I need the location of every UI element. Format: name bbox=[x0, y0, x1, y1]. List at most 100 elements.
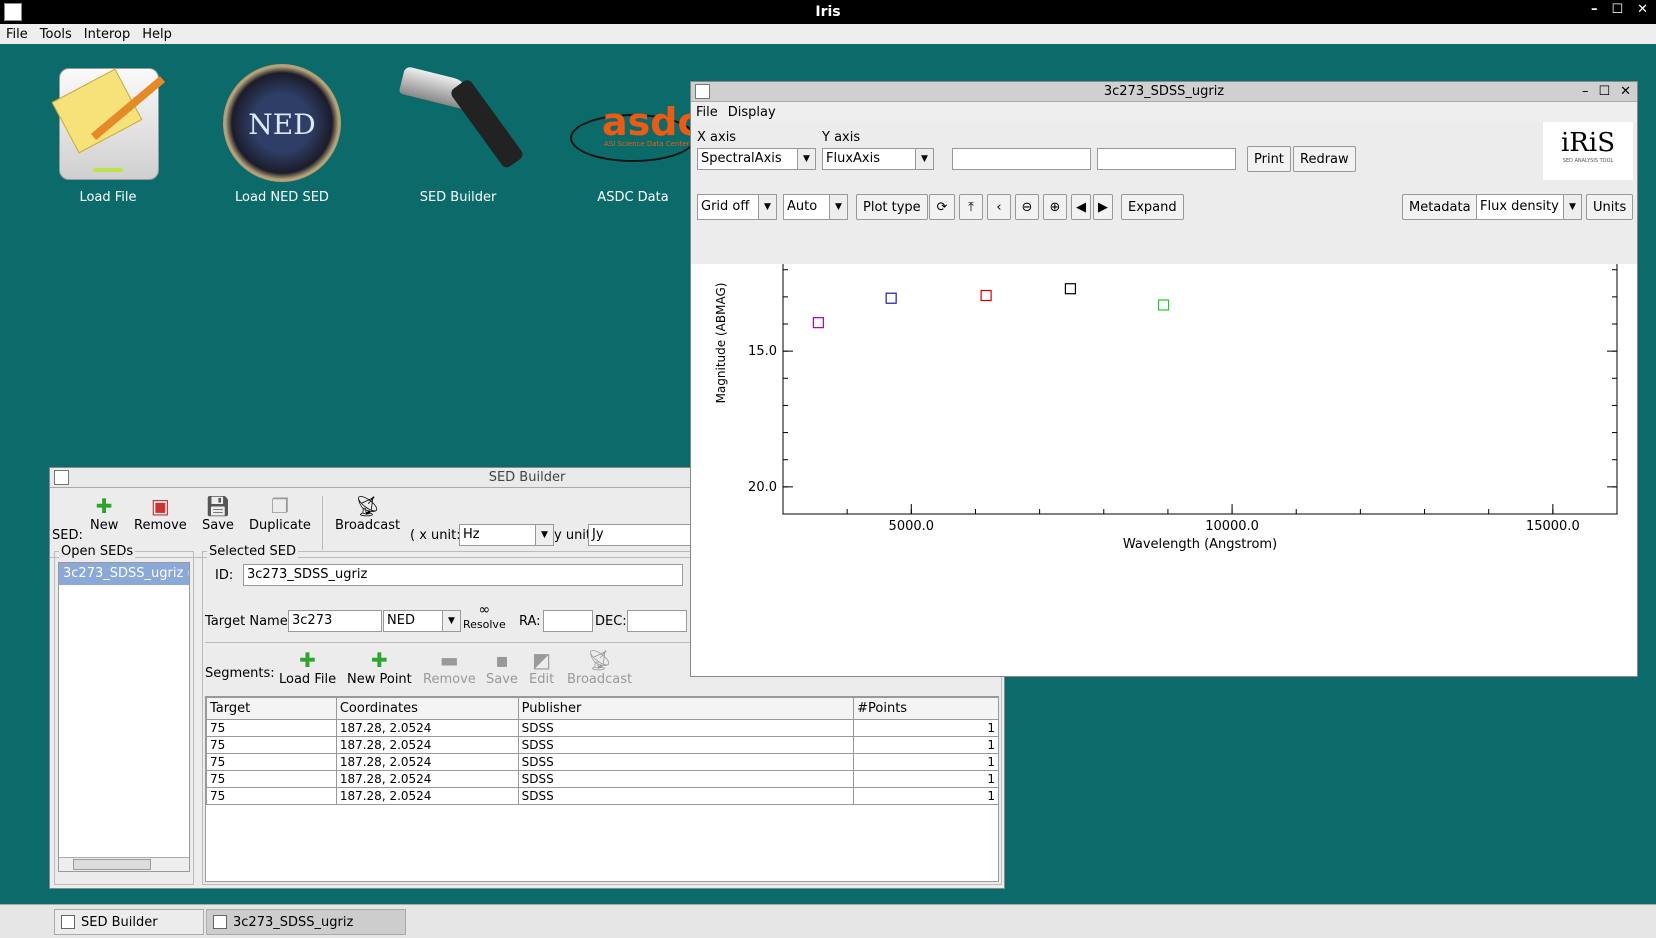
desktop-sed-builder[interactable]: SED Builder bbox=[383, 64, 533, 205]
zoom-out-icon[interactable]: ⊖ bbox=[1015, 194, 1039, 220]
sed-plot[interactable]: 5000.010000.015000.010.015.020.03c273_SD… bbox=[691, 264, 1637, 676]
cell-coordinates: 187.28, 2.0524 bbox=[335, 719, 519, 737]
menu-help[interactable]: Help bbox=[142, 27, 172, 42]
minimize-icon[interactable]: – bbox=[1591, 2, 1598, 17]
taskbar-sed-builder[interactable]: SED Builder bbox=[54, 909, 204, 935]
table-row[interactable]: 75 187.28, 2.0524 SDSS 1 bbox=[206, 770, 999, 788]
reset-icon[interactable]: ⟳ bbox=[929, 194, 955, 220]
sed-label: SED: bbox=[52, 528, 83, 543]
range-field-2[interactable] bbox=[1097, 148, 1236, 170]
edit-icon: ◩ bbox=[532, 648, 552, 672]
horizontal-scrollbar[interactable] bbox=[59, 857, 189, 871]
dec-field[interactable] bbox=[627, 610, 687, 632]
column-header-target[interactable]: Target bbox=[206, 697, 337, 720]
plot-frame bbox=[782, 264, 1618, 515]
cell-target: 75 bbox=[206, 787, 337, 805]
y-axis-select[interactable]: FluxAxis ▼ bbox=[822, 148, 934, 170]
menu-interop[interactable]: Interop bbox=[84, 27, 130, 42]
segment-broadcast-button[interactable]: 📡︎ Broadcast bbox=[567, 648, 632, 687]
segments-table-container: Target Coordinates Publisher #Points 75 … bbox=[205, 696, 999, 882]
segment-load-file-label: Load File bbox=[279, 672, 337, 687]
cell-publisher: SDSS bbox=[517, 736, 855, 754]
resolve-button[interactable]: ∞ Resolve bbox=[463, 602, 506, 631]
segment-load-file-button[interactable]: ✚ Load File bbox=[279, 648, 336, 687]
window-icon bbox=[213, 915, 227, 929]
cell-coordinates: 187.28, 2.0524 bbox=[335, 787, 519, 805]
x-axis-title: Wavelength (Angstrom) bbox=[1123, 537, 1277, 552]
desktop-load-ned-sed[interactable]: NED Load NED SED bbox=[207, 64, 357, 205]
column-header-points[interactable]: #Points bbox=[853, 697, 999, 720]
data-point bbox=[1157, 299, 1170, 311]
drive-icon bbox=[51, 64, 166, 182]
ra-label: RA: bbox=[519, 614, 541, 629]
remove-icon: ▣ bbox=[150, 494, 170, 518]
maximize-icon[interactable]: ☐ bbox=[1598, 82, 1610, 102]
plot-type-button[interactable]: Plot type bbox=[856, 194, 928, 220]
segment-save-button[interactable]: ▪ Save bbox=[486, 648, 518, 687]
desktop-asdc-data[interactable]: asdc ASI Science Data Center ASDC Data bbox=[558, 64, 708, 205]
plot-menu-display[interactable]: Display bbox=[728, 105, 776, 120]
y-axis-value: FluxAxis bbox=[826, 151, 880, 166]
top-icon[interactable]: ⤒ bbox=[959, 194, 983, 220]
dec-label: DEC: bbox=[595, 614, 627, 629]
chevron-down-icon: ▼ bbox=[758, 195, 776, 219]
desktop-load-file[interactable]: Load File bbox=[33, 64, 183, 205]
segment-save-label: Save bbox=[486, 672, 518, 687]
metadata-button[interactable]: Metadata bbox=[1402, 194, 1478, 220]
ra-field[interactable] bbox=[543, 610, 593, 632]
close-icon[interactable]: ✕ bbox=[1620, 82, 1631, 102]
range-field-1[interactable] bbox=[952, 148, 1091, 170]
units-button[interactable]: Units bbox=[1586, 194, 1634, 220]
x-axis-select[interactable]: SpectralAxis ▼ bbox=[697, 148, 816, 170]
floppy-icon: ▪ bbox=[495, 648, 509, 672]
cell-coordinates: 187.28, 2.0524 bbox=[335, 753, 519, 771]
column-header-coordinates[interactable]: Coordinates bbox=[335, 697, 519, 720]
desktop-sed-builder-label: SED Builder bbox=[419, 190, 497, 205]
grid-select[interactable]: Grid off ▼ bbox=[697, 194, 777, 220]
x-unit-select[interactable]: Hz ▼ bbox=[459, 524, 554, 546]
table-row[interactable]: 75 187.28, 2.0524 SDSS 1 bbox=[206, 736, 999, 754]
remove-sed-button[interactable]: ▣ Remove bbox=[134, 494, 187, 533]
new-sed-label: New bbox=[90, 518, 119, 533]
segment-edit-label: Edit bbox=[529, 672, 555, 687]
scale-select[interactable]: Auto ▼ bbox=[783, 194, 848, 220]
table-row[interactable]: 75 187.28, 2.0524 SDSS 1 bbox=[206, 753, 999, 771]
menu-tools[interactable]: Tools bbox=[40, 27, 72, 42]
plot-menu-file[interactable]: File bbox=[696, 105, 718, 120]
new-sed-button[interactable]: ✚ New bbox=[90, 494, 118, 533]
duplicate-sed-button[interactable]: ❐ Duplicate bbox=[249, 494, 311, 533]
chevron-down-icon: ▼ bbox=[442, 611, 460, 631]
broadcast-sed-button[interactable]: 📡︎ Broadcast bbox=[335, 494, 400, 533]
table-row[interactable]: 75 187.28, 2.0524 SDSS 1 bbox=[206, 719, 999, 737]
resolver-select[interactable]: NED ▼ bbox=[383, 610, 461, 632]
target-name-label: Target Name: bbox=[205, 614, 293, 629]
save-sed-button[interactable]: 💾︎ Save bbox=[202, 494, 234, 533]
segment-edit-button[interactable]: ◩ Edit bbox=[529, 648, 554, 687]
chevron-down-icon: ▼ bbox=[535, 525, 553, 545]
x-tick-label: 5000.0 bbox=[889, 519, 935, 534]
print-button[interactable]: Print bbox=[1247, 146, 1291, 172]
close-icon[interactable]: ✕ bbox=[1637, 2, 1648, 17]
pan-left-icon[interactable]: ◀ bbox=[1071, 194, 1091, 220]
minimize-icon[interactable]: – bbox=[1582, 82, 1589, 102]
segment-new-point-button[interactable]: ✚ New Point bbox=[347, 648, 412, 687]
table-row[interactable]: 75 187.28, 2.0524 SDSS 1 bbox=[206, 787, 999, 805]
maximize-icon[interactable]: ☐ bbox=[1611, 2, 1623, 17]
flux-density-select[interactable]: Flux density ▼ bbox=[1476, 194, 1582, 220]
data-point bbox=[1064, 283, 1077, 295]
column-header-publisher[interactable]: Publisher bbox=[517, 697, 855, 720]
open-sed-item[interactable]: 3c273_SDSS_ugriz (S bbox=[59, 563, 189, 585]
scrollbar-thumb[interactable] bbox=[73, 859, 151, 870]
open-seds-panel: Open SEDs 3c273_SDSS_ugriz (S bbox=[54, 544, 194, 885]
menu-file[interactable]: File bbox=[6, 27, 28, 42]
taskbar-plot-window[interactable]: 3c273_SDSS_ugriz bbox=[206, 909, 406, 935]
scale-value: Auto bbox=[787, 199, 818, 214]
zoom-in-icon[interactable]: ⊕ bbox=[1043, 194, 1067, 220]
redraw-button[interactable]: Redraw bbox=[1293, 146, 1356, 172]
segment-remove-button[interactable]: ▬ Remove bbox=[423, 648, 476, 687]
target-name-field[interactable]: 3c273 bbox=[288, 610, 382, 632]
back-icon[interactable]: ‹ bbox=[987, 194, 1011, 220]
id-field[interactable]: 3c273_SDSS_ugriz bbox=[243, 564, 683, 586]
expand-button[interactable]: Expand bbox=[1121, 194, 1184, 220]
pan-right-icon[interactable]: ▶ bbox=[1093, 194, 1113, 220]
